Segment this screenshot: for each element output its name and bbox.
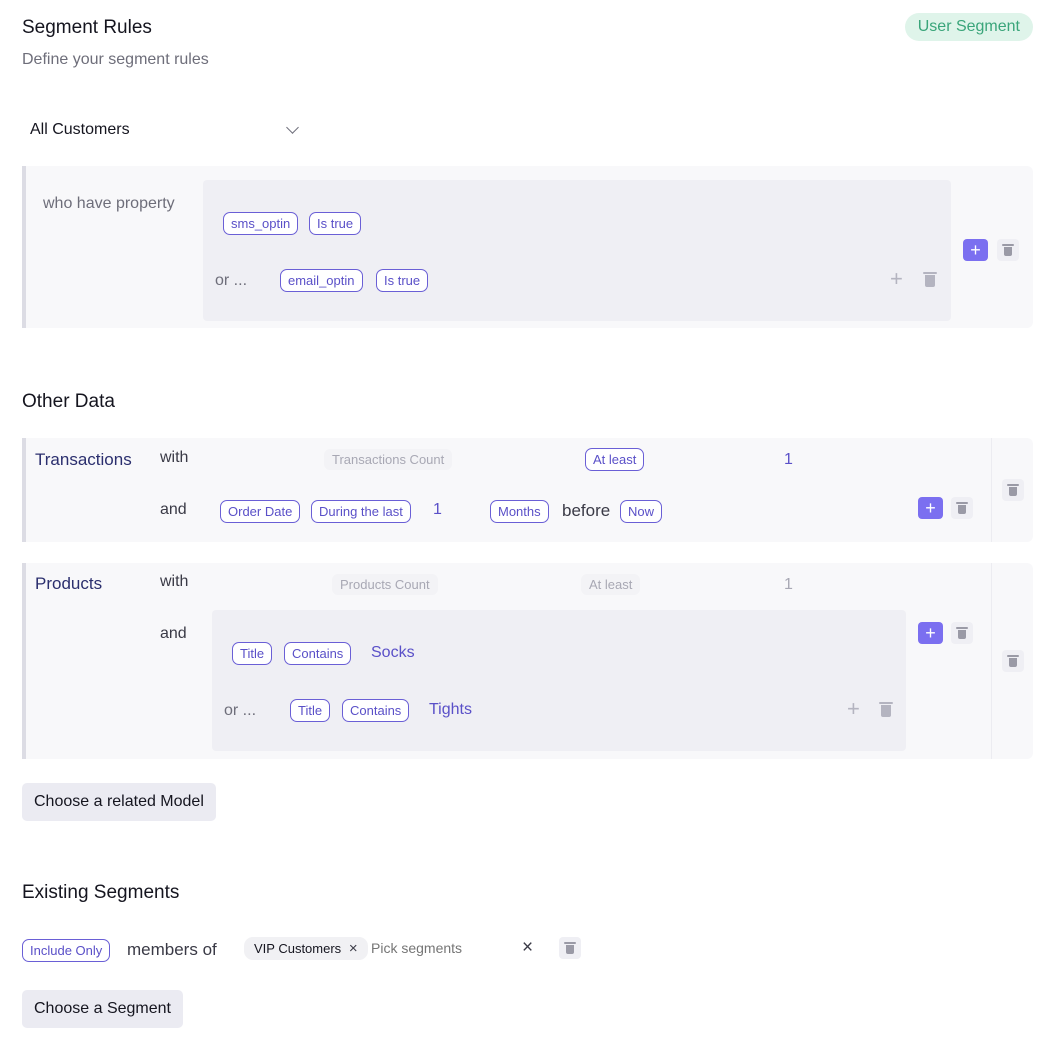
- property-field-pill[interactable]: email_optin: [280, 269, 363, 292]
- delete-model-button[interactable]: [1002, 479, 1024, 501]
- trash-icon: [956, 502, 968, 514]
- products-panel: Products with Products Count At least 1 …: [22, 563, 1033, 759]
- members-of-label: members of: [127, 940, 217, 959]
- product-value-input[interactable]: Socks: [371, 644, 415, 662]
- selected-segment-chip: VIP Customers ×: [244, 937, 368, 960]
- delete-rule-button[interactable]: [997, 239, 1019, 261]
- segment-multiselect[interactable]: VIP Customers × ×: [244, 934, 544, 962]
- count-value-input[interactable]: 1: [784, 451, 793, 469]
- date-field-pill[interactable]: Order Date: [220, 500, 301, 523]
- property-condition-group: sms_optin Is true or ... email_optin Is …: [203, 180, 951, 321]
- count-field-select[interactable]: Transactions Count: [324, 449, 453, 470]
- remove-chip-icon[interactable]: ×: [349, 940, 358, 957]
- transactions-panel: Transactions with Transactions Count At …: [22, 438, 1033, 542]
- delete-condition-button[interactable]: [951, 497, 973, 519]
- before-label: before: [562, 501, 611, 520]
- trash-icon: [1007, 484, 1019, 496]
- model-name-products: Products: [35, 574, 103, 593]
- delete-segment-rule-button[interactable]: [559, 937, 581, 959]
- or-connector-label: or ...: [224, 702, 257, 719]
- add-or-condition-icon[interactable]: +: [890, 268, 903, 290]
- date-anchor-pill[interactable]: Now: [620, 500, 663, 523]
- chevron-down-icon: [286, 121, 299, 134]
- segment-search-input[interactable]: [371, 938, 511, 958]
- other-data-title: Other Data: [22, 391, 115, 412]
- or-connector-label: or ...: [215, 272, 248, 289]
- audience-dropdown[interactable]: All Customers: [22, 112, 310, 148]
- trash-icon: [1007, 655, 1019, 667]
- date-amount-input[interactable]: 1: [433, 501, 442, 519]
- model-name-transactions: Transactions: [35, 450, 132, 469]
- count-value-input[interactable]: 1: [784, 576, 793, 594]
- page-title: Segment Rules: [22, 17, 152, 38]
- with-label: with: [160, 449, 189, 466]
- and-label: and: [160, 501, 187, 518]
- segment-type-badge: User Segment: [904, 13, 1033, 41]
- choose-segment-button[interactable]: Choose a Segment: [22, 990, 183, 1028]
- property-rule-panel: who have property sms_optin Is true or .…: [22, 166, 1033, 328]
- add-condition-button[interactable]: +: [963, 239, 988, 261]
- property-operator-pill[interactable]: Is true: [376, 269, 429, 292]
- product-field-pill[interactable]: Title: [290, 699, 331, 722]
- trash-icon: [1002, 244, 1014, 256]
- add-condition-button[interactable]: +: [918, 497, 943, 519]
- product-value-input[interactable]: Tights: [429, 701, 472, 719]
- delete-condition-button[interactable]: [951, 622, 973, 644]
- product-operator-pill[interactable]: Contains: [342, 699, 410, 722]
- date-operator-pill[interactable]: During the last: [311, 500, 411, 523]
- trash-icon: [956, 627, 968, 639]
- audience-dropdown-value: All Customers: [30, 121, 130, 138]
- trash-icon: [564, 942, 576, 954]
- existing-segments-title: Existing Segments: [22, 882, 180, 903]
- add-condition-button[interactable]: +: [918, 622, 943, 644]
- model-actions-column: [991, 438, 1037, 542]
- property-rule-label: who have property: [43, 195, 175, 212]
- product-field-pill[interactable]: Title: [232, 642, 273, 665]
- model-actions-column: [991, 563, 1037, 759]
- count-field-select[interactable]: Products Count: [332, 574, 438, 595]
- property-operator-pill[interactable]: Is true: [309, 212, 362, 235]
- and-label: and: [160, 625, 187, 642]
- count-operator-pill[interactable]: At least: [585, 448, 645, 471]
- choose-related-model-button[interactable]: Choose a related Model: [22, 783, 216, 821]
- delete-model-button[interactable]: [1002, 650, 1024, 672]
- page-subtitle: Define your segment rules: [22, 51, 209, 68]
- product-operator-pill[interactable]: Contains: [284, 642, 352, 665]
- count-operator-select[interactable]: At least: [581, 574, 641, 595]
- segment-mode-pill[interactable]: Include Only: [22, 939, 111, 962]
- clear-selection-icon[interactable]: ×: [522, 937, 533, 959]
- add-or-condition-icon[interactable]: +: [847, 698, 860, 720]
- selected-segment-label: VIP Customers: [254, 941, 342, 956]
- product-condition-group: Title Contains Socks or ... Title Contai…: [212, 610, 906, 751]
- date-unit-pill[interactable]: Months: [490, 500, 549, 523]
- property-field-pill[interactable]: sms_optin: [223, 212, 299, 235]
- with-label: with: [160, 573, 189, 590]
